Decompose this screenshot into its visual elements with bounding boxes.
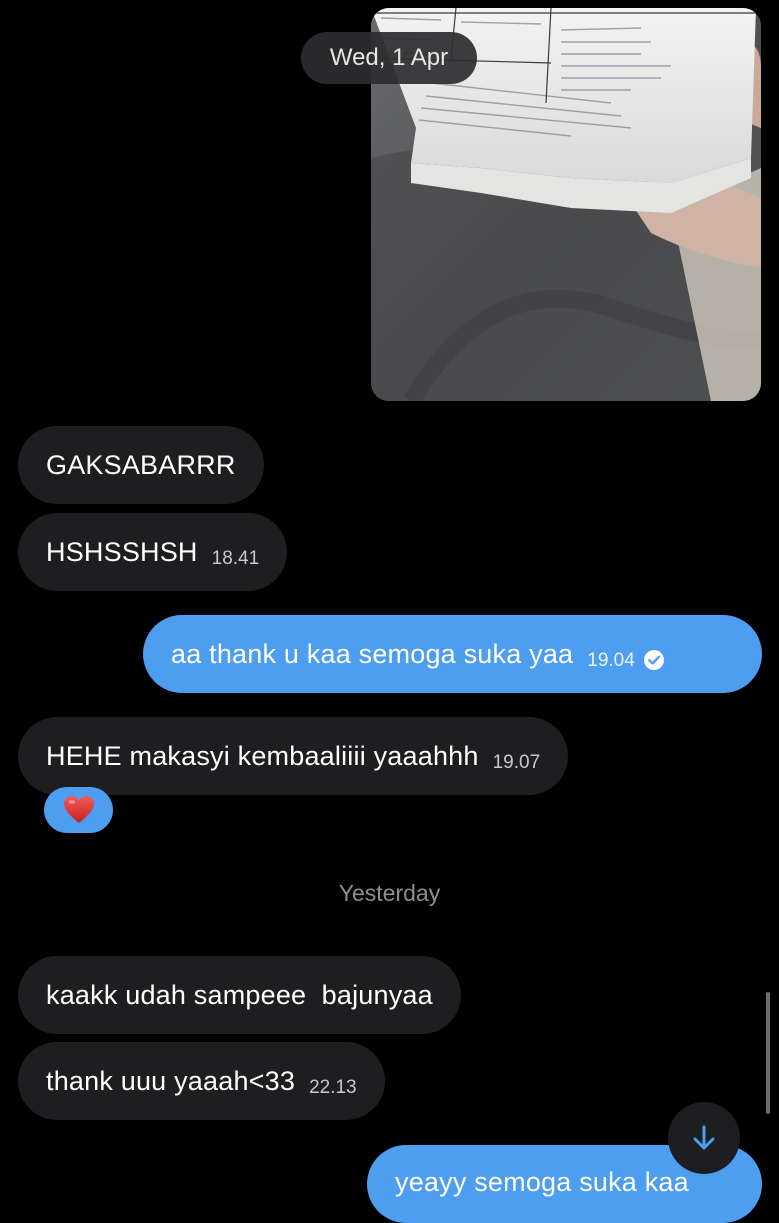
- heart-icon: [63, 796, 94, 823]
- message-text: kaakk udah sampeee bajunyaa: [46, 979, 433, 1010]
- message-text: aa thank u kaa semoga suka yaa: [171, 638, 574, 669]
- message-timestamp: 19.04: [587, 650, 635, 671]
- outgoing-message-bubble[interactable]: aa thank u kaa semoga suka yaa 19.04: [143, 615, 762, 693]
- message-timestamp: 19.07: [492, 752, 541, 773]
- message-text: GAKSABARRR: [46, 449, 236, 480]
- date-divider-yesterday: Yesterday: [338, 880, 441, 906]
- message-text: yeayy semoga suka kaa: [395, 1167, 689, 1197]
- scrollbar[interactable]: [766, 992, 770, 1114]
- arrow-down-icon: [693, 1125, 715, 1150]
- incoming-message-bubble[interactable]: GAKSABARRR: [18, 426, 264, 504]
- incoming-message-bubble[interactable]: thank uuu yaaah<33 22.13: [18, 1042, 385, 1120]
- incoming-message-bubble[interactable]: kaakk udah sampeee bajunyaa: [18, 956, 461, 1034]
- message-timestamp: 18.41: [211, 548, 260, 569]
- incoming-message-bubble[interactable]: HEHE makasyi kembaaliiii yaaahhh 19.07: [18, 717, 569, 795]
- message-text: thank uuu yaaah<33: [46, 1065, 296, 1096]
- check-circle-icon: [643, 650, 664, 670]
- date-separator: Wed, 1 Apr: [301, 32, 477, 84]
- message-reaction[interactable]: [44, 787, 113, 833]
- message-timestamp: 22.13: [309, 1077, 357, 1098]
- message-text: HEHE makasyi kembaaliiii yaaahhh: [46, 740, 479, 771]
- message-text: HSHSSHSH: [46, 536, 198, 567]
- incoming-message-bubble[interactable]: HSHSSHSH 18.41: [18, 513, 288, 591]
- scroll-to-bottom-button[interactable]: [668, 1102, 740, 1174]
